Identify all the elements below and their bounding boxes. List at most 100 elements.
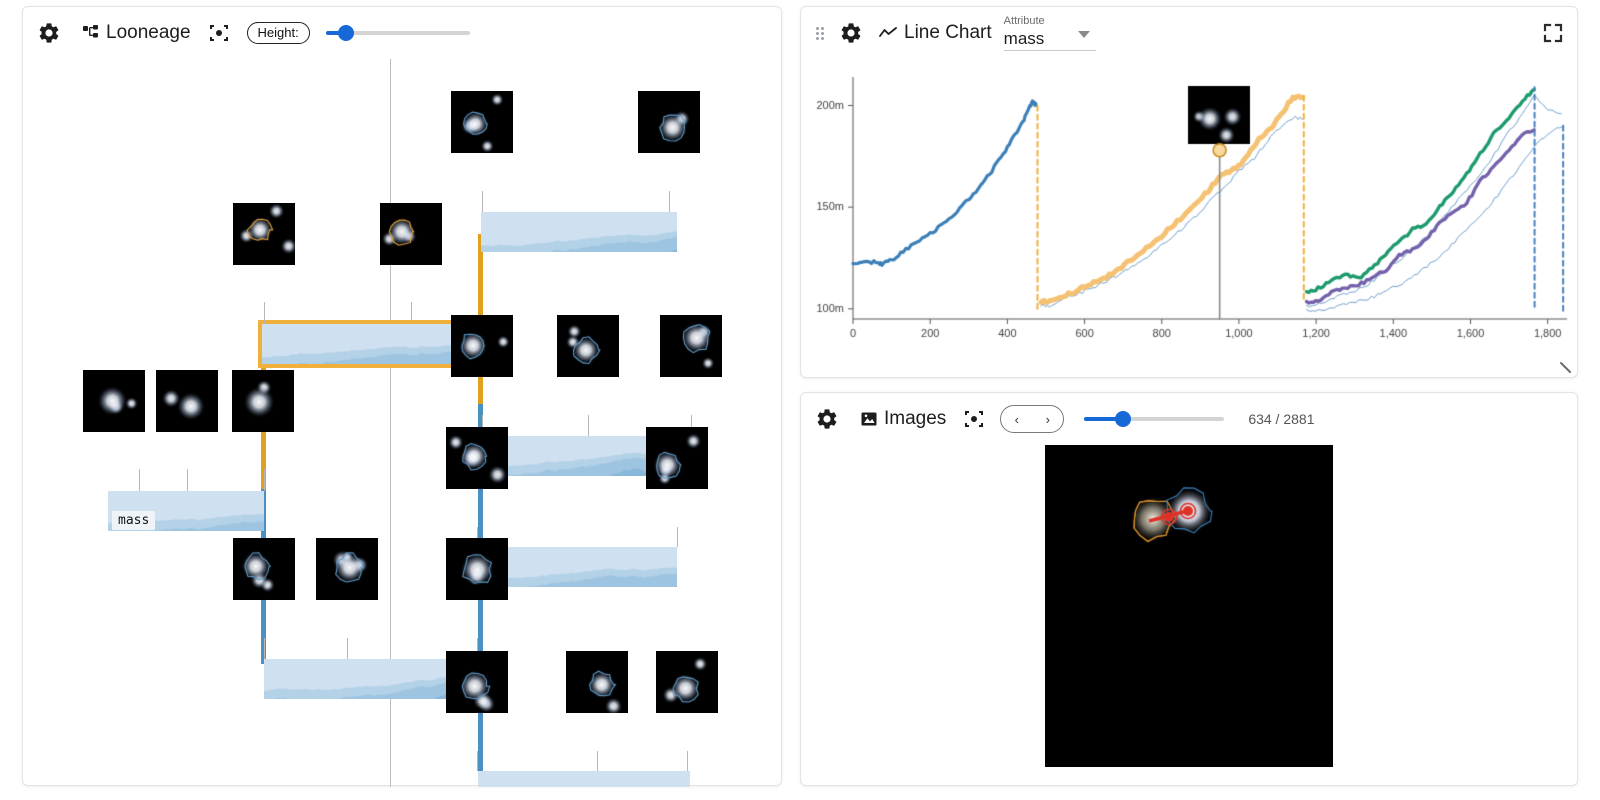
- horizon-chart[interactable]: [481, 547, 677, 587]
- node-image: [660, 315, 722, 377]
- linechart-toolbar: Line Chart Attribute mass: [801, 7, 1577, 59]
- node-image: [156, 370, 218, 432]
- lineage-node-thumbnail[interactable]: [233, 203, 295, 265]
- linechart-title: Line Chart: [879, 22, 992, 44]
- node-image: [232, 370, 294, 432]
- node-image: [316, 538, 378, 600]
- lineage-node-thumbnail[interactable]: [380, 203, 442, 265]
- lineage-node-thumbnail[interactable]: [232, 370, 294, 432]
- node-image: [638, 91, 700, 153]
- node-stem: [347, 638, 348, 659]
- node-stem: [677, 527, 678, 547]
- node-stem: [669, 191, 670, 212]
- image-stage[interactable]: [801, 445, 1577, 785]
- pager-prev-button[interactable]: ‹: [1015, 412, 1019, 427]
- app-root: Looneage Height: mass Line Chart Attribu…: [0, 0, 1600, 800]
- lineage-node-thumbnail[interactable]: [83, 370, 145, 432]
- gear-icon[interactable]: [815, 407, 839, 431]
- frame-counter: 634 / 2881: [1248, 411, 1315, 427]
- node-stem: [264, 469, 265, 491]
- node-image: [446, 538, 508, 600]
- horizon-chart[interactable]: [264, 659, 476, 699]
- fullscreen-icon[interactable]: [1543, 23, 1563, 43]
- chevron-down-icon[interactable]: [1077, 31, 1090, 38]
- line-chart-icon: [879, 26, 897, 40]
- node-stem: [597, 751, 598, 771]
- linechart-plot[interactable]: [801, 59, 1577, 369]
- attribute-select[interactable]: Attribute mass: [1003, 15, 1096, 51]
- height-slider[interactable]: [325, 23, 470, 43]
- gear-icon[interactable]: [37, 21, 61, 45]
- node-image: [646, 427, 708, 489]
- lineage-node-thumbnail[interactable]: [451, 91, 513, 153]
- image-frame[interactable]: [1045, 445, 1333, 767]
- lineage-node-thumbnail[interactable]: [646, 427, 708, 489]
- tree-hierarchy-icon: [83, 25, 99, 41]
- images-toolbar: Images ‹ › 634 / 2881: [801, 393, 1577, 445]
- attribute-tag: mass: [112, 511, 156, 530]
- linechart-title-label: Line Chart: [904, 22, 992, 43]
- lineage-title-label: Looneage: [106, 22, 191, 43]
- height-chip[interactable]: Height:: [246, 22, 310, 44]
- node-image: [451, 91, 513, 153]
- lineage-toolbar: Looneage Height:: [23, 7, 781, 59]
- node-image: [233, 203, 295, 265]
- node-image: [656, 651, 718, 713]
- focus-target-icon[interactable]: [964, 409, 984, 429]
- frame-slider-knob[interactable]: [1115, 411, 1132, 427]
- frame-pager[interactable]: ‹ ›: [1000, 405, 1065, 433]
- lineage-node-thumbnail[interactable]: [446, 538, 508, 600]
- frame-slider[interactable]: [1084, 409, 1225, 429]
- node-stem: [687, 751, 688, 771]
- node-image: [446, 427, 508, 489]
- lineage-tree-canvas[interactable]: mass: [23, 59, 781, 787]
- lineage-node-thumbnail[interactable]: [566, 651, 628, 713]
- gear-icon[interactable]: [839, 21, 863, 45]
- node-stem: [411, 302, 412, 324]
- horizon-chart[interactable]: [481, 212, 677, 252]
- node-image: [451, 315, 513, 377]
- lineage-node-thumbnail[interactable]: [446, 427, 508, 489]
- image-icon: [861, 412, 877, 426]
- lineage-node-thumbnail[interactable]: [446, 651, 508, 713]
- node-image: [557, 315, 619, 377]
- tree-layer: mass: [23, 59, 781, 787]
- node-image: [83, 370, 145, 432]
- lineage-node-thumbnail[interactable]: [316, 538, 378, 600]
- horizon-canvas: [481, 212, 677, 252]
- lineage-node-thumbnail[interactable]: [656, 651, 718, 713]
- lineage-node-thumbnail[interactable]: [638, 91, 700, 153]
- horizon-chart[interactable]: [478, 771, 690, 787]
- horizon-canvas: [478, 771, 690, 787]
- images-panel: Images ‹ › 634 / 2881: [800, 392, 1578, 786]
- horizon-canvas: [264, 659, 476, 699]
- images-title: Images: [861, 408, 946, 430]
- linechart-canvas[interactable]: [801, 59, 1577, 369]
- node-image: [566, 651, 628, 713]
- pager-next-button[interactable]: ›: [1046, 412, 1050, 427]
- node-stem: [139, 469, 140, 491]
- node-stem: [187, 469, 188, 491]
- focus-target-icon[interactable]: [209, 23, 229, 43]
- node-image: [446, 651, 508, 713]
- node-stem: [264, 302, 265, 324]
- lineage-panel: Looneage Height: mass: [22, 6, 782, 787]
- lineage-node-thumbnail[interactable]: [451, 315, 513, 377]
- lineage-node-thumbnail[interactable]: [557, 315, 619, 377]
- lineage-node-thumbnail[interactable]: [156, 370, 218, 432]
- linechart-panel: Line Chart Attribute mass: [800, 6, 1578, 378]
- node-stem: [477, 751, 478, 771]
- node-stem: [482, 191, 483, 212]
- lineage-node-thumbnail[interactable]: [233, 538, 295, 600]
- horizon-canvas: [481, 547, 677, 587]
- lineage-node-thumbnail[interactable]: [660, 315, 722, 377]
- drag-handle-icon[interactable]: [815, 23, 825, 43]
- images-title-label: Images: [884, 408, 947, 429]
- node-image: [233, 538, 295, 600]
- node-stem: [264, 638, 265, 659]
- attribute-select-label: Attribute: [1003, 15, 1045, 27]
- node-stem: [588, 415, 589, 436]
- lineage-title: Looneage: [83, 22, 191, 44]
- height-slider-knob[interactable]: [337, 25, 354, 41]
- resize-handle-icon[interactable]: [1557, 359, 1573, 375]
